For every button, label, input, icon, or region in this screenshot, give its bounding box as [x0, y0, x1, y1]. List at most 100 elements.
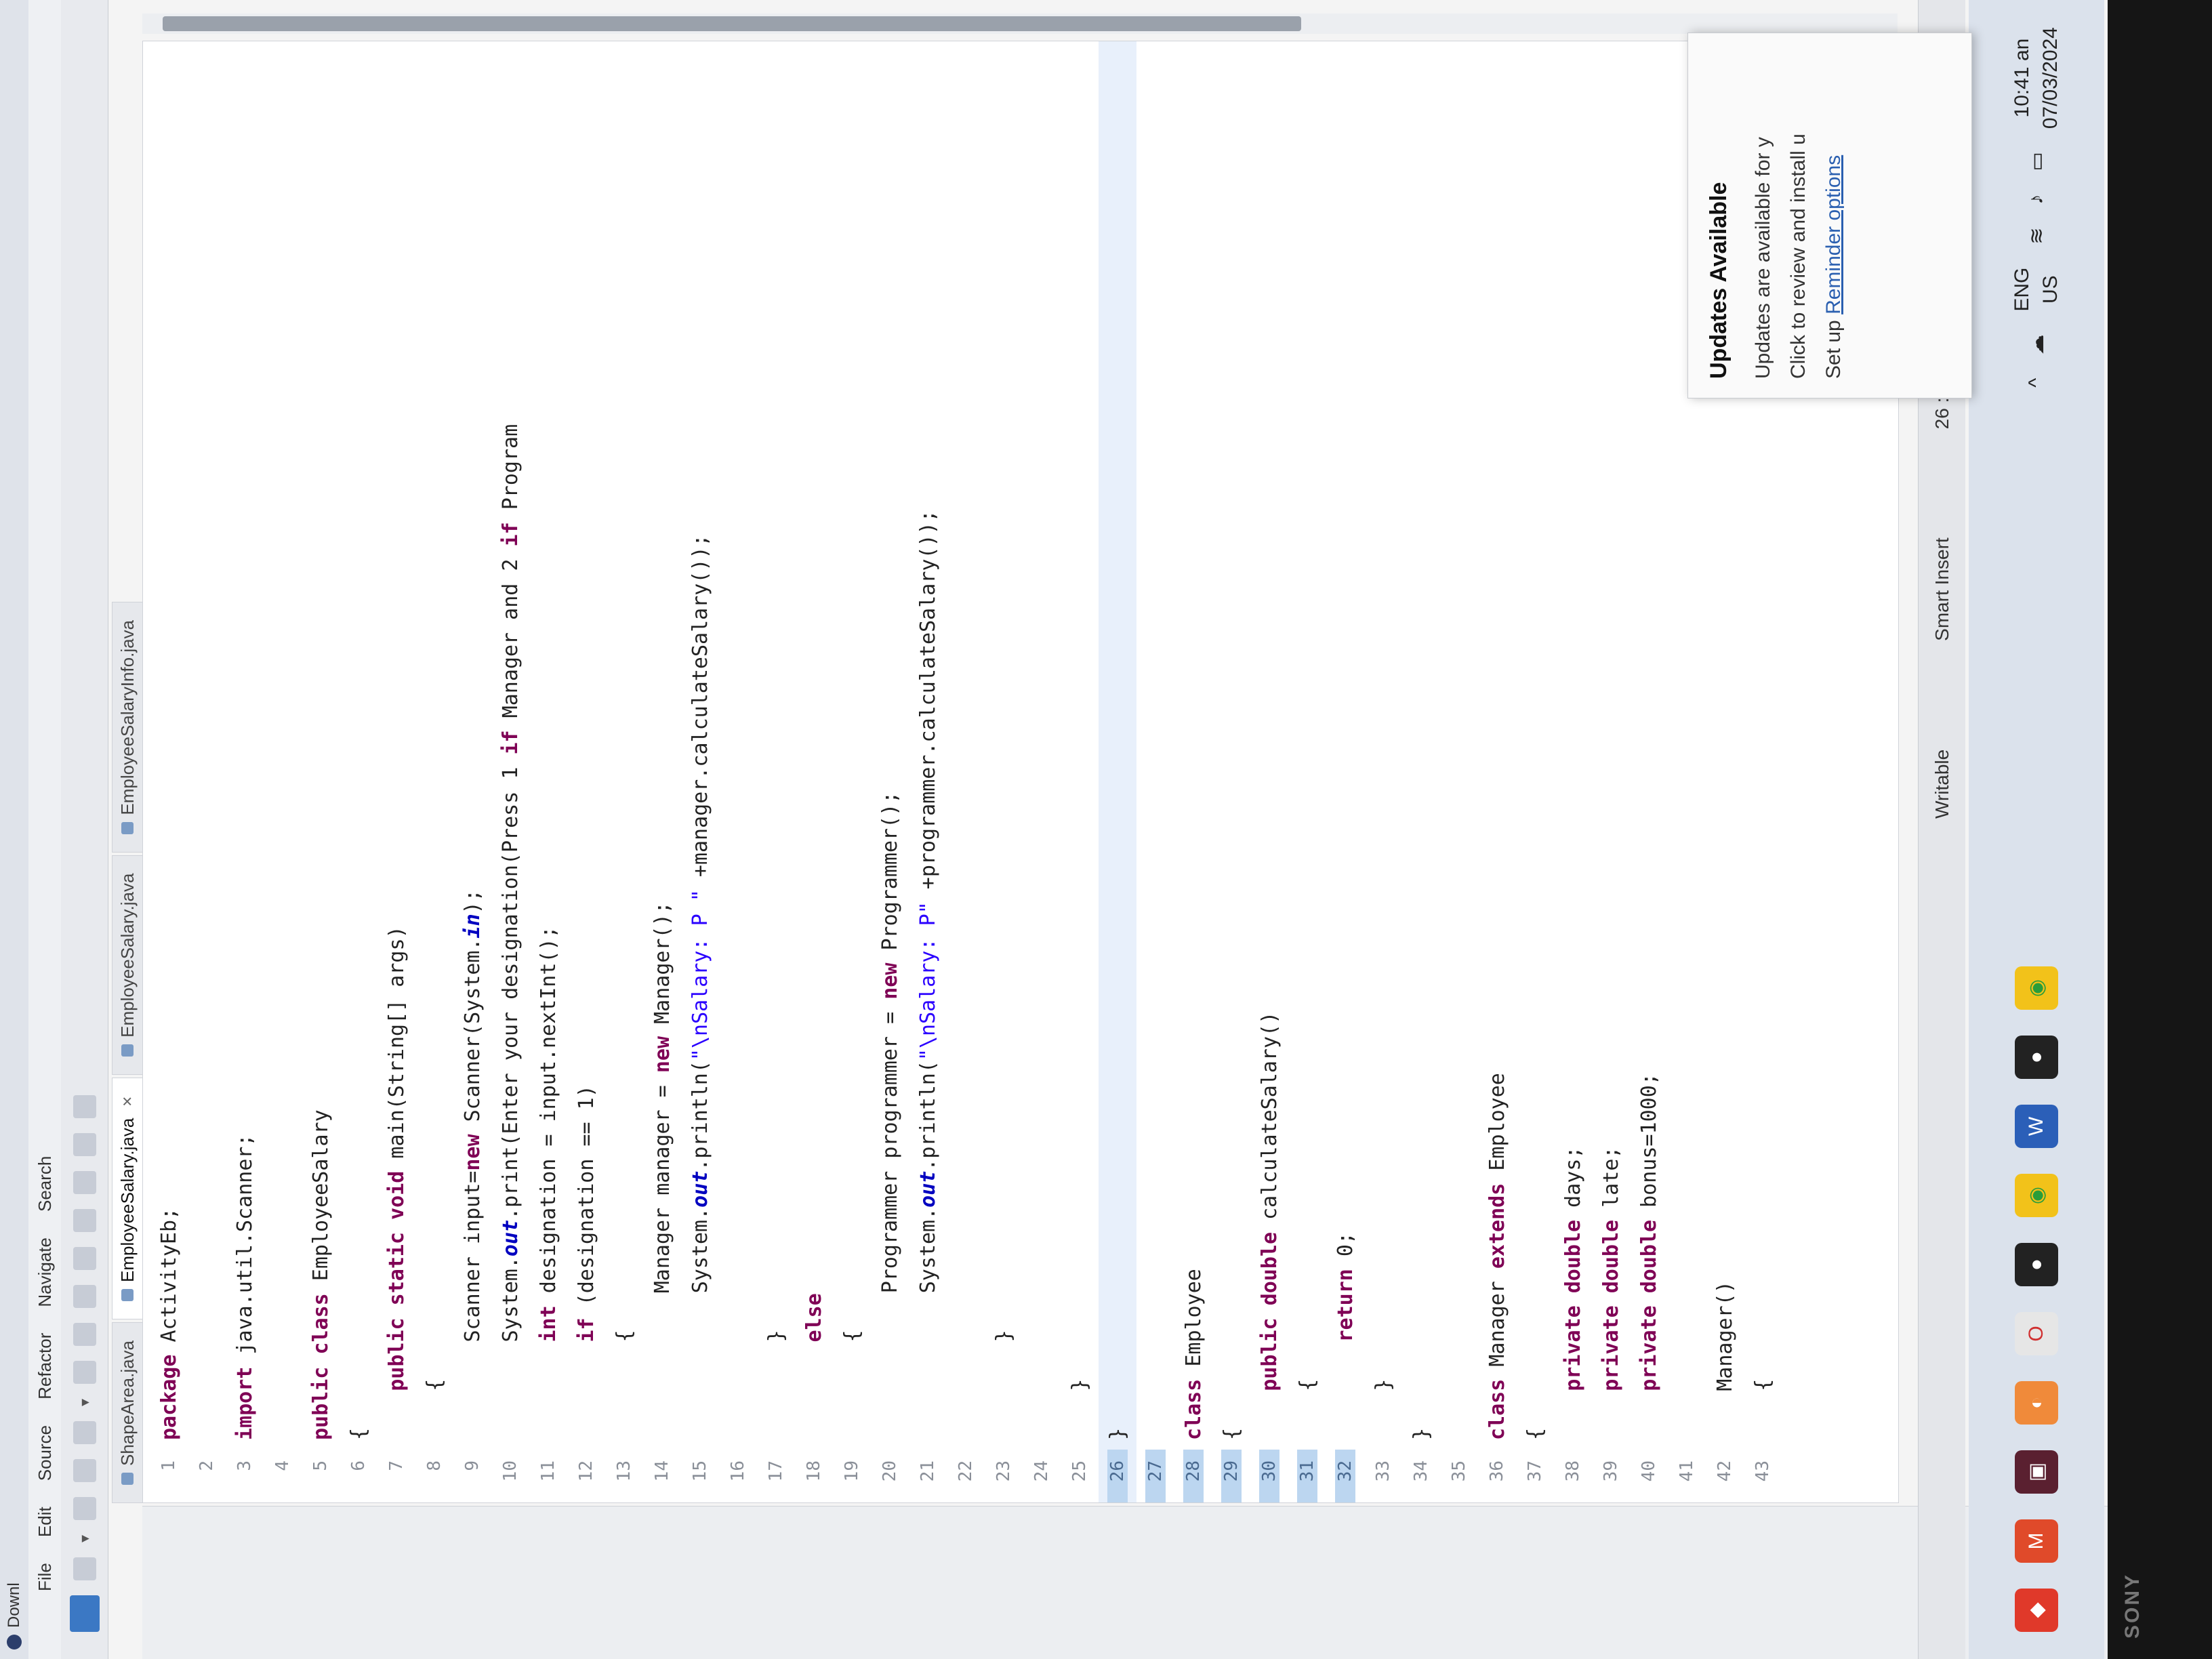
reminder-options-link[interactable]: Reminder options: [1822, 155, 1845, 314]
wifi-icon[interactable]: ≋: [2025, 228, 2049, 245]
dropdown-arrow-icon[interactable]: ▾: [76, 1535, 94, 1542]
code-line[interactable]: 21 System.out.println("\nSalary: P" +pro…: [909, 41, 947, 1502]
line-number: 16: [728, 1460, 748, 1482]
debug-icon[interactable]: [73, 1458, 96, 1482]
taskbar-app-eclipse2-icon[interactable]: ●: [2015, 1036, 2058, 1079]
code-line[interactable]: 39 private double late;: [1592, 41, 1630, 1502]
code-text: System.out.println("\nSalary: P" +progra…: [916, 510, 940, 1440]
code-line[interactable]: 23 }: [985, 41, 1023, 1502]
code-line[interactable]: 34}: [1402, 41, 1440, 1502]
code-line[interactable]: 22: [947, 41, 985, 1502]
update-notification[interactable]: Updates Available Updates are available …: [1687, 33, 1972, 398]
code-line[interactable]: 11 int designation = input.nextInt();: [529, 41, 567, 1502]
status-insert-mode: Smart Insert: [1931, 537, 1952, 641]
taskbar-opera-icon[interactable]: O: [2015, 1312, 2058, 1355]
external-tools-icon[interactable]: [73, 1360, 96, 1384]
code-line[interactable]: 37 {: [1516, 41, 1554, 1502]
next-annotation-icon[interactable]: [73, 1170, 96, 1194]
code-line[interactable]: 12 if (designation == 1): [567, 41, 605, 1502]
perspective-icon[interactable]: [69, 1595, 100, 1632]
code-line[interactable]: 13 {: [605, 41, 643, 1502]
clock[interactable]: 10:41 an 07/03/2024: [2008, 27, 2065, 129]
menu-source[interactable]: Source: [35, 1425, 56, 1481]
line-number: 32: [1335, 1450, 1355, 1502]
code-text: {: [1750, 1378, 1775, 1440]
open-type-icon[interactable]: [73, 1284, 96, 1308]
code-line[interactable]: 28 class Employee: [1174, 41, 1212, 1502]
code-line[interactable]: 9 Scanner input=new Scanner(System.in);: [453, 41, 491, 1502]
code-line[interactable]: 27: [1136, 41, 1174, 1502]
back-icon[interactable]: [73, 1132, 96, 1156]
code-text: {: [422, 1378, 447, 1440]
search-icon[interactable]: [73, 1246, 96, 1270]
taskbar-word-icon[interactable]: W: [2015, 1105, 2058, 1148]
close-icon[interactable]: ✕: [119, 1096, 136, 1107]
vertical-scrollbar[interactable]: [142, 14, 1898, 34]
code-line[interactable]: 32 return 0;: [1326, 41, 1364, 1502]
code-line[interactable]: 29 {: [1212, 41, 1250, 1502]
scrollbar-thumb[interactable]: [163, 16, 1301, 31]
code-editor[interactable]: 1 package ActivityEb; 2 3 import java.util.S…: [142, 41, 1899, 1503]
code-line[interactable]: 33 }: [1364, 41, 1402, 1502]
line-number: 12: [576, 1460, 596, 1482]
code-line[interactable]: 17 }: [757, 41, 795, 1502]
code-line[interactable]: 20 Programmer programmer = new Programme…: [871, 41, 909, 1502]
battery-icon[interactable]: ▭: [2025, 152, 2049, 171]
code-line[interactable]: 31 {: [1288, 41, 1326, 1502]
code-line[interactable]: 35: [1440, 41, 1478, 1502]
code-line[interactable]: 26}: [1099, 41, 1136, 1502]
code-text: private double bonus=1000;: [1637, 1073, 1661, 1391]
taskbar-app-red-icon[interactable]: ◆: [2015, 1589, 2058, 1632]
volume-icon[interactable]: ♪: [2025, 194, 2048, 205]
code-line[interactable]: 38 private double days;: [1554, 41, 1592, 1502]
code-line[interactable]: 24: [1023, 41, 1061, 1502]
code-line[interactable]: 25 }: [1061, 41, 1099, 1502]
code-line[interactable]: 16: [719, 41, 757, 1502]
taskbar-chrome-icon[interactable]: ◉: [2015, 1174, 2058, 1217]
code-line[interactable]: 15 System.out.println("\nSalary: P " +ma…: [681, 41, 719, 1502]
taskbar-app-dark-icon[interactable]: ▣: [2015, 1450, 2058, 1494]
taskbar-chrome2-icon[interactable]: ◉: [2015, 966, 2058, 1010]
save-icon[interactable]: [73, 1496, 96, 1520]
new-class-icon[interactable]: [73, 1322, 96, 1346]
tab-shapearea[interactable]: ShapeArea.java: [112, 1322, 142, 1503]
taskbar-app-eclipse-icon[interactable]: ●: [2015, 1243, 2058, 1286]
menu-search[interactable]: Search: [35, 1156, 56, 1212]
language-indicator[interactable]: ENG US: [2008, 268, 2065, 312]
menu-file[interactable]: File: [35, 1563, 56, 1591]
forward-icon[interactable]: [73, 1094, 96, 1118]
menu-navigate[interactable]: Navigate: [35, 1237, 56, 1307]
code-line[interactable]: 36 class Manager extends Employee: [1478, 41, 1516, 1502]
taskbar-app-orange-icon[interactable]: ◐: [2015, 1381, 2058, 1425]
java-file-icon: [121, 821, 134, 834]
code-line[interactable]: 2: [188, 41, 226, 1502]
code-line[interactable]: 4: [264, 41, 302, 1502]
new-icon[interactable]: [73, 1557, 96, 1580]
tab-employeesalaryinfo[interactable]: EmployeeSalaryInfo.java: [112, 601, 142, 853]
code-line[interactable]: 3 import java.util.Scanner;: [226, 41, 264, 1502]
code-line[interactable]: 14 Manager manager = new Manager();: [643, 41, 681, 1502]
cloud-icon[interactable]: ☁: [2025, 335, 2049, 355]
taskbar-app-mail-icon[interactable]: M: [2015, 1519, 2058, 1563]
code-line[interactable]: 1 package ActivityEb;: [150, 41, 188, 1502]
code-text: {: [1295, 1378, 1319, 1440]
code-line[interactable]: 7 public static void main(String[] args): [377, 41, 415, 1502]
menu-refactor[interactable]: Refactor: [35, 1333, 56, 1399]
tab-employeesalary-active[interactable]: EmployeeSalary.java ✕: [112, 1077, 142, 1319]
code-line[interactable]: 6{: [340, 41, 377, 1502]
run-icon[interactable]: [73, 1420, 96, 1444]
pin-icon[interactable]: [73, 1208, 96, 1232]
eclipse-logo-icon: [7, 1635, 22, 1650]
code-line[interactable]: 5 public class EmployeeSalary: [302, 41, 340, 1502]
run-dropdown-icon[interactable]: ▾: [76, 1399, 94, 1406]
code-line[interactable]: 30 public double calculateSalary(): [1250, 41, 1288, 1502]
code-line[interactable]: 18 else: [795, 41, 833, 1502]
chevron-up-icon[interactable]: ^: [2025, 378, 2048, 388]
tab-employeesalary[interactable]: EmployeeSalary.java: [112, 855, 142, 1075]
code-line[interactable]: 19 {: [833, 41, 871, 1502]
code-text: System.out.print(Enter your designation(…: [498, 424, 523, 1440]
code-line[interactable]: 8 {: [415, 41, 453, 1502]
menu-edit[interactable]: Edit: [35, 1507, 56, 1537]
code-line[interactable]: 40 private double bonus=1000;: [1630, 41, 1668, 1502]
code-line[interactable]: 10 System.out.print(Enter your designati…: [491, 41, 529, 1502]
